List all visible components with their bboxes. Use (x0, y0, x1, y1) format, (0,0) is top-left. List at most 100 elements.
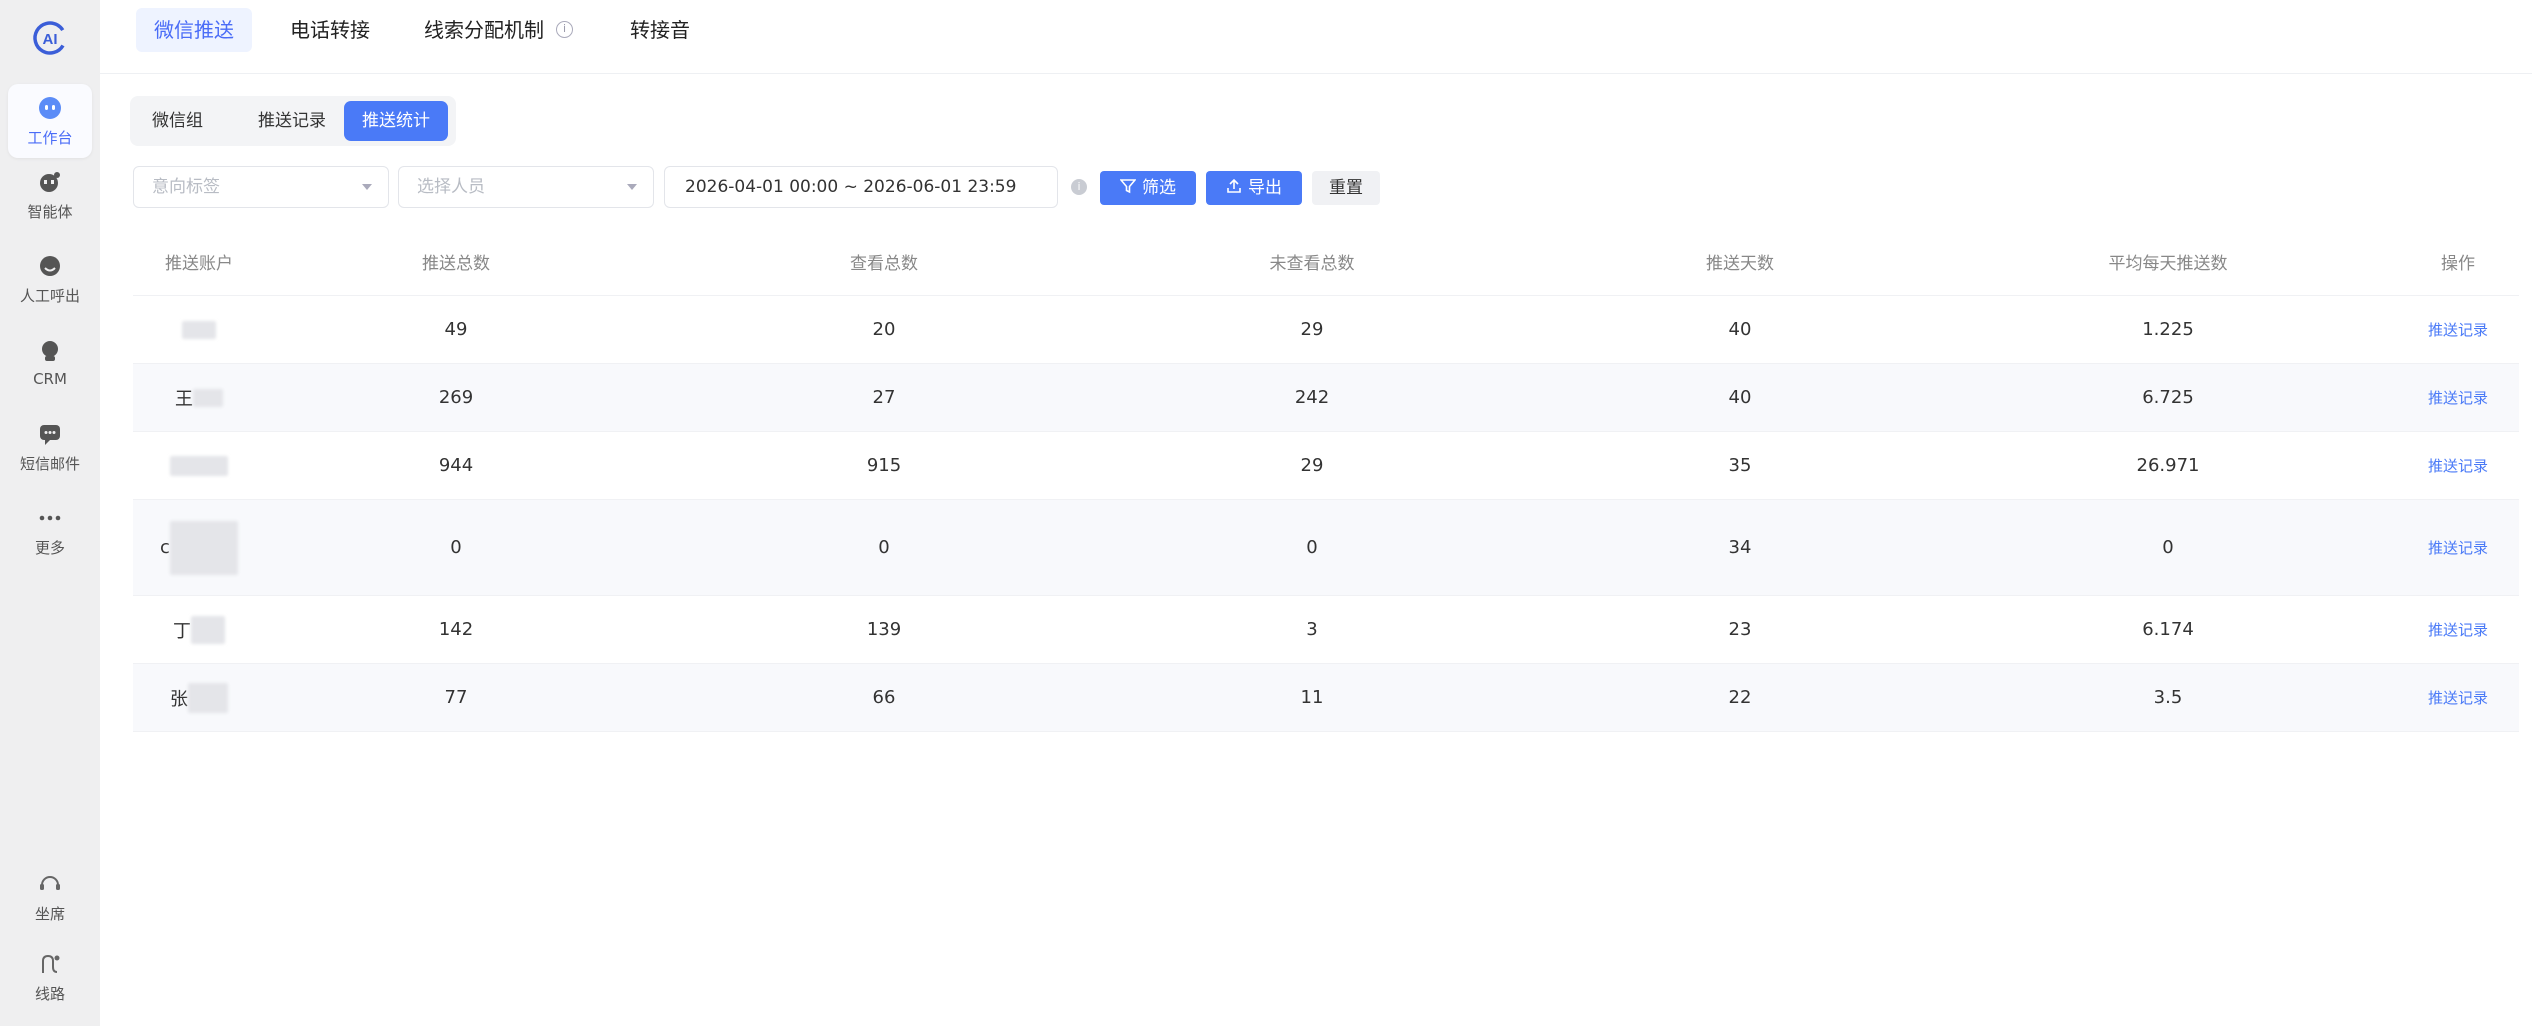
push-records-link[interactable]: 推送记录 (2428, 387, 2488, 408)
more-icon (37, 505, 63, 531)
account-cell (133, 432, 265, 499)
action-cell: 推送记录 (2423, 432, 2493, 499)
total-cell: 0 (450, 537, 462, 558)
action-cell: 推送记录 (2423, 596, 2493, 663)
push-records-link[interactable]: 推送记录 (2428, 687, 2488, 708)
export-button[interactable]: 导出 (1206, 171, 1302, 205)
account-name: 张 (170, 688, 188, 710)
robot-icon (37, 95, 63, 121)
account-name: c (160, 537, 170, 558)
sidebar-item-more[interactable]: 更多 (8, 494, 92, 568)
top-tabs: 微信推送 电话转接 线索分配机制 i 转接音 (100, 0, 2532, 74)
table-header-cell: 推送账户 (165, 254, 233, 274)
message-icon (37, 421, 63, 447)
unviewed-cell: 3 (1306, 619, 1318, 640)
app-logo-icon[interactable]: AI (30, 18, 70, 58)
action-cell: 推送记录 (2423, 296, 2493, 363)
tab-label: 线索分配机制 (424, 18, 544, 42)
sidebar-item-label: 线路 (34, 984, 65, 1003)
table-row: 丁 142 139 3 23 6.174 推送记录 (133, 596, 2519, 664)
table-header-cell: 推送天数 (1706, 254, 1774, 274)
total-cell: 269 (438, 387, 474, 408)
push-stats-table: 推送账户 推送总数 查看总数 未查看总数 推送天数 平均每天推送数 操作 49 … (133, 228, 2519, 732)
table-header-cell: 未查看总数 (1269, 254, 1355, 274)
table-header-cell: 平均每天推送数 (2108, 254, 2228, 274)
sidebar-item-workbench[interactable]: 工作台 (8, 84, 92, 158)
total-cell: 49 (444, 319, 468, 340)
table-row: 张 77 66 11 22 3.5 推送记录 (133, 664, 2519, 732)
sidebar-item-label: CRM (33, 370, 67, 388)
sidebar-item-label: 人工呼出 (19, 286, 80, 305)
tab-call-transfer[interactable]: 电话转接 (272, 8, 388, 52)
sidebar-item-agent[interactable]: 智能体 (8, 158, 92, 232)
sidebar: AI 工作台 智能体 人工呼出 CRM 短信邮件 更多 坐席 线路 (0, 0, 100, 1026)
sidebar-item-label: 坐席 (34, 904, 65, 923)
filter-button[interactable]: 筛选 (1100, 171, 1196, 205)
redacted-name (170, 455, 228, 476)
agent-icon (37, 169, 63, 195)
tab-lead-distribution[interactable]: 线索分配机制 i (406, 8, 591, 52)
viewed-cell: 0 (878, 537, 890, 558)
viewed-cell: 66 (872, 687, 896, 708)
push-records-link[interactable]: 推送记录 (2428, 537, 2488, 558)
action-cell: 推送记录 (2423, 500, 2493, 595)
sub-tabs: 微信组 推送记录 推送统计 (130, 96, 456, 146)
reset-button[interactable]: 重置 (1312, 171, 1380, 205)
sidebar-item-route[interactable]: 线路 (8, 940, 92, 1014)
person-select[interactable]: 选择人员 (398, 166, 654, 208)
redacted-name (182, 320, 216, 339)
sidebar-item-seat[interactable]: 坐席 (8, 860, 92, 934)
table-header-row: 推送账户 推送总数 查看总数 未查看总数 推送天数 平均每天推送数 操作 (133, 228, 2519, 296)
seat-icon (37, 871, 63, 897)
sidebar-item-crm[interactable]: CRM (8, 326, 92, 400)
table-header-cell: 操作 (2441, 254, 2475, 274)
table-row: 944 915 29 35 26.971 推送记录 (133, 432, 2519, 500)
total-cell: 142 (438, 619, 474, 640)
redacted-name (193, 388, 223, 407)
tab-wechat-push[interactable]: 微信推送 (136, 8, 252, 52)
unviewed-cell: 0 (1306, 537, 1318, 558)
info-icon[interactable]: i (1071, 179, 1087, 195)
avg-cell: 0 (2162, 537, 2174, 558)
table-row: 49 20 29 40 1.225 推送记录 (133, 296, 2519, 364)
days-cell: 40 (1728, 319, 1752, 340)
days-cell: 22 (1728, 687, 1752, 708)
push-records-link[interactable]: 推送记录 (2428, 455, 2488, 476)
push-records-link[interactable]: 推送记录 (2428, 619, 2488, 640)
avg-cell: 6.174 (2142, 619, 2194, 640)
avg-cell: 1.225 (2142, 319, 2194, 340)
viewed-cell: 139 (866, 619, 902, 640)
sidebar-item-sms-email[interactable]: 短信邮件 (8, 410, 92, 484)
days-cell: 35 (1728, 455, 1752, 476)
redacted-name (191, 615, 225, 644)
total-cell: 944 (438, 455, 474, 476)
avg-cell: 6.725 (2142, 387, 2194, 408)
tab-push-records[interactable]: 推送记录 (240, 101, 344, 141)
action-cell: 推送记录 (2423, 364, 2493, 431)
days-cell: 23 (1728, 619, 1752, 640)
account-cell: 张 (133, 664, 265, 731)
intent-tag-select[interactable]: 意向标签 (133, 166, 389, 208)
sidebar-item-manual-call[interactable]: 人工呼出 (8, 242, 92, 316)
date-range-picker[interactable]: 2026-04-01 00:00 ~ 2026-06-01 23:59 (664, 166, 1058, 208)
upload-icon (1227, 178, 1241, 193)
main-content: 微信推送 电话转接 线索分配机制 i 转接音 微信组 推送记录 推送统计 意向标签… (100, 0, 2532, 1026)
svg-text:AI: AI (43, 31, 58, 48)
account-cell: 丁 (133, 596, 265, 663)
route-icon (37, 951, 63, 977)
sidebar-item-label: 更多 (34, 538, 65, 557)
person-placeholder: 选择人员 (417, 177, 485, 197)
filter-icon (1119, 179, 1137, 194)
table-header-cell: 查看总数 (850, 254, 918, 274)
crm-icon (37, 338, 63, 364)
unviewed-cell: 29 (1300, 455, 1324, 476)
tab-wechat-group[interactable]: 微信组 (134, 101, 221, 141)
table-header-cell: 推送总数 (422, 254, 490, 274)
info-icon[interactable]: i (556, 21, 573, 38)
days-cell: 40 (1728, 387, 1752, 408)
tab-push-stats[interactable]: 推送统计 (344, 101, 448, 141)
redacted-name (169, 520, 238, 575)
push-records-link[interactable]: 推送记录 (2428, 319, 2488, 340)
tab-transfer-tone[interactable]: 转接音 (612, 8, 708, 52)
chevron-down-icon (627, 184, 637, 190)
